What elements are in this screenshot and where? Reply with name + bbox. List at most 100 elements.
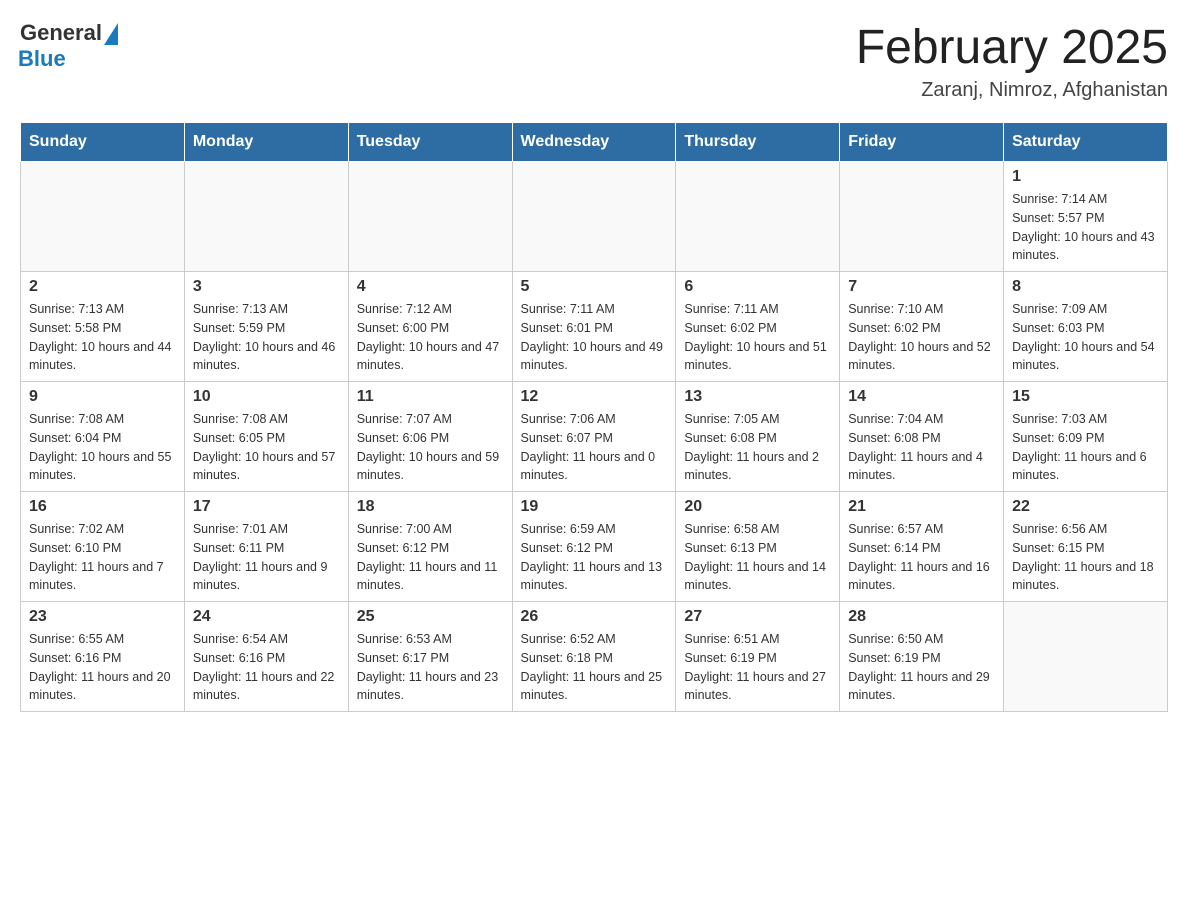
day-info: Sunrise: 6:57 AMSunset: 6:14 PMDaylight:… (848, 520, 995, 595)
calendar-day: 6 Sunrise: 7:11 AMSunset: 6:02 PMDaylight… (676, 272, 840, 382)
calendar-day: 10 Sunrise: 7:08 AMSunset: 6:05 PMDayligh… (184, 382, 348, 492)
day-info: Sunrise: 7:13 AMSunset: 5:59 PMDaylight:… (193, 300, 340, 375)
day-info: Sunrise: 6:58 AMSunset: 6:13 PMDaylight:… (684, 520, 831, 595)
day-info: Sunrise: 7:08 AMSunset: 6:05 PMDaylight:… (193, 410, 340, 485)
calendar-day: 23 Sunrise: 6:55 AMSunset: 6:16 PMDayligh… (21, 602, 185, 712)
calendar-day: 28 Sunrise: 6:50 AMSunset: 6:19 PMDayligh… (840, 602, 1004, 712)
calendar-day (1004, 602, 1168, 712)
calendar-day: 12 Sunrise: 7:06 AMSunset: 6:07 PMDayligh… (512, 382, 676, 492)
day-number: 12 (521, 388, 668, 406)
calendar-day: 24Sunrise: 6:54 AMSunset: 6:16 PMDayligh… (184, 602, 348, 712)
day-number: 18 (357, 498, 504, 516)
calendar-day: 5 Sunrise: 7:11 AMSunset: 6:01 PMDaylight… (512, 272, 676, 382)
day-info: Sunrise: 7:11 AMSunset: 6:01 PMDaylight:… (521, 300, 668, 375)
day-info: Sunrise: 7:09 AMSunset: 6:03 PMDaylight:… (1012, 300, 1159, 375)
day-info: Sunrise: 6:55 AMSunset: 6:16 PMDaylight:… (29, 630, 176, 705)
page-header: General Blue February 2025 Zaranj, Nimro… (20, 20, 1168, 102)
day-number: 4 (357, 278, 504, 296)
day-number: 28 (848, 608, 995, 626)
day-number: 7 (848, 278, 995, 296)
calendar-week-row: 9 Sunrise: 7:08 AMSunset: 6:04 PMDaylight… (21, 382, 1168, 492)
day-info: Sunrise: 7:03 AMSunset: 6:09 PMDaylight:… (1012, 410, 1159, 485)
day-number: 5 (521, 278, 668, 296)
day-info: Sunrise: 6:52 AMSunset: 6:18 PMDaylight:… (521, 630, 668, 705)
day-info: Sunrise: 7:04 AMSunset: 6:08 PMDaylight:… (848, 410, 995, 485)
calendar-day: 7 Sunrise: 7:10 AMSunset: 6:02 PMDaylight… (840, 272, 1004, 382)
calendar-day: 18 Sunrise: 7:00 AMSunset: 6:12 PMDayligh… (348, 492, 512, 602)
calendar-day: 3Sunrise: 7:13 AMSunset: 5:59 PMDaylight… (184, 272, 348, 382)
day-number: 11 (357, 388, 504, 406)
day-info: Sunrise: 7:07 AMSunset: 6:06 PMDaylight:… (357, 410, 504, 485)
calendar-day: 17 Sunrise: 7:01 AMSunset: 6:11 PMDayligh… (184, 492, 348, 602)
logo-triangle-icon (104, 23, 118, 45)
calendar-table: SundayMondayTuesdayWednesdayThursdayFrid… (20, 122, 1168, 712)
logo-general-text: General (20, 20, 102, 46)
calendar-day: 21Sunrise: 6:57 AMSunset: 6:14 PMDayligh… (840, 492, 1004, 602)
day-info: Sunrise: 7:00 AMSunset: 6:12 PMDaylight:… (357, 520, 504, 595)
calendar-header-sunday: Sunday (21, 123, 185, 162)
day-number: 26 (521, 608, 668, 626)
day-number: 17 (193, 498, 340, 516)
calendar-day (348, 162, 512, 272)
calendar-day (840, 162, 1004, 272)
calendar-header-wednesday: Wednesday (512, 123, 676, 162)
day-number: 8 (1012, 278, 1159, 296)
day-info: Sunrise: 7:01 AMSunset: 6:11 PMDaylight:… (193, 520, 340, 595)
logo: General Blue (20, 20, 118, 72)
calendar-day: 2 Sunrise: 7:13 AMSunset: 5:58 PMDaylight… (21, 272, 185, 382)
calendar-header-monday: Monday (184, 123, 348, 162)
title-section: February 2025 Zaranj, Nimroz, Afghanista… (856, 20, 1168, 102)
calendar-day: 25 Sunrise: 6:53 AMSunset: 6:17 PMDayligh… (348, 602, 512, 712)
day-info: Sunrise: 7:12 AMSunset: 6:00 PMDaylight:… (357, 300, 504, 375)
day-info: Sunrise: 7:08 AMSunset: 6:04 PMDaylight:… (29, 410, 176, 485)
calendar-day (676, 162, 840, 272)
day-number: 10 (193, 388, 340, 406)
calendar-day: 1 Sunrise: 7:14 AMSunset: 5:57 PMDaylight… (1004, 162, 1168, 272)
day-number: 1 (1012, 168, 1159, 186)
day-number: 6 (684, 278, 831, 296)
day-info: Sunrise: 7:02 AMSunset: 6:10 PMDaylight:… (29, 520, 176, 595)
day-number: 16 (29, 498, 176, 516)
day-number: 25 (357, 608, 504, 626)
calendar-day: 14Sunrise: 7:04 AMSunset: 6:08 PMDayligh… (840, 382, 1004, 492)
location-text: Zaranj, Nimroz, Afghanistan (856, 79, 1168, 102)
day-info: Sunrise: 7:13 AMSunset: 5:58 PMDaylight:… (29, 300, 176, 375)
day-number: 2 (29, 278, 176, 296)
calendar-day: 13 Sunrise: 7:05 AMSunset: 6:08 PMDayligh… (676, 382, 840, 492)
calendar-day: 22 Sunrise: 6:56 AMSunset: 6:15 PMDayligh… (1004, 492, 1168, 602)
calendar-day: 20 Sunrise: 6:58 AMSunset: 6:13 PMDayligh… (676, 492, 840, 602)
logo-blue-text: Blue (18, 46, 66, 72)
day-info: Sunrise: 6:59 AMSunset: 6:12 PMDaylight:… (521, 520, 668, 595)
day-info: Sunrise: 7:11 AMSunset: 6:02 PMDaylight:… (684, 300, 831, 375)
day-info: Sunrise: 6:50 AMSunset: 6:19 PMDaylight:… (848, 630, 995, 705)
calendar-day: 4 Sunrise: 7:12 AMSunset: 6:00 PMDaylight… (348, 272, 512, 382)
month-title: February 2025 (856, 20, 1168, 75)
calendar-week-row: 1 Sunrise: 7:14 AMSunset: 5:57 PMDaylight… (21, 162, 1168, 272)
day-info: Sunrise: 7:14 AMSunset: 5:57 PMDaylight:… (1012, 190, 1159, 265)
day-number: 27 (684, 608, 831, 626)
calendar-week-row: 23 Sunrise: 6:55 AMSunset: 6:16 PMDayligh… (21, 602, 1168, 712)
calendar-week-row: 16 Sunrise: 7:02 AMSunset: 6:10 PMDayligh… (21, 492, 1168, 602)
day-info: Sunrise: 6:53 AMSunset: 6:17 PMDaylight:… (357, 630, 504, 705)
calendar-day: 16 Sunrise: 7:02 AMSunset: 6:10 PMDayligh… (21, 492, 185, 602)
day-number: 22 (1012, 498, 1159, 516)
day-info: Sunrise: 7:10 AMSunset: 6:02 PMDaylight:… (848, 300, 995, 375)
day-number: 23 (29, 608, 176, 626)
calendar-header-thursday: Thursday (676, 123, 840, 162)
day-number: 13 (684, 388, 831, 406)
day-number: 24 (193, 608, 340, 626)
day-number: 9 (29, 388, 176, 406)
calendar-day: 11 Sunrise: 7:07 AMSunset: 6:06 PMDayligh… (348, 382, 512, 492)
day-number: 20 (684, 498, 831, 516)
calendar-header-saturday: Saturday (1004, 123, 1168, 162)
calendar-week-row: 2 Sunrise: 7:13 AMSunset: 5:58 PMDaylight… (21, 272, 1168, 382)
day-info: Sunrise: 6:56 AMSunset: 6:15 PMDaylight:… (1012, 520, 1159, 595)
calendar-day: 9 Sunrise: 7:08 AMSunset: 6:04 PMDaylight… (21, 382, 185, 492)
calendar-day (21, 162, 185, 272)
calendar-day (184, 162, 348, 272)
day-info: Sunrise: 7:06 AMSunset: 6:07 PMDaylight:… (521, 410, 668, 485)
calendar-header-friday: Friday (840, 123, 1004, 162)
day-number: 19 (521, 498, 668, 516)
day-info: Sunrise: 7:05 AMSunset: 6:08 PMDaylight:… (684, 410, 831, 485)
calendar-day: 27Sunrise: 6:51 AMSunset: 6:19 PMDayligh… (676, 602, 840, 712)
